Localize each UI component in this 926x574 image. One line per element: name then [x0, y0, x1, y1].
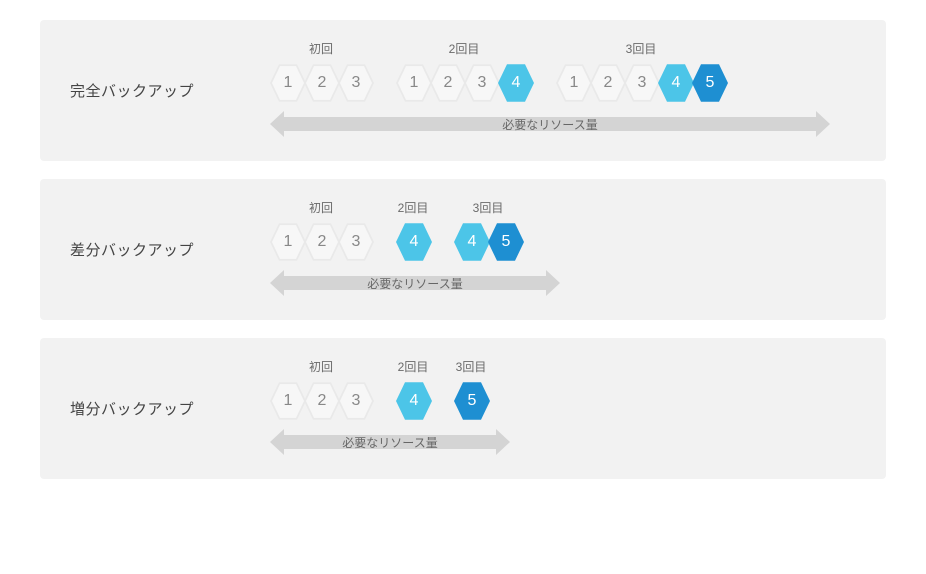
backup-run-group: 3回目 5 [454, 358, 488, 421]
hex-block: 5 [454, 381, 490, 421]
hex-row: 1 2 3 4 5 [556, 63, 726, 103]
resource-arrow-wrap: 必要なリソース量 [270, 270, 856, 300]
arrow-label: 必要なリソース量 [502, 116, 597, 133]
hex-block: 3 [464, 63, 500, 103]
hex-block: 4 [396, 222, 432, 262]
backup-run-group: 初回 1 2 3 [270, 199, 372, 262]
group-label: 2回目 [449, 40, 480, 57]
backup-types-diagram: 完全バックアップ 初回 123 2回目 1234 3回目 12345 必要なリソ… [40, 20, 886, 479]
groups-row: 初回 123 2回目 4 3回目 45 [270, 199, 856, 262]
group-label: 3回目 [473, 199, 504, 216]
arrow-label: 必要なリソース量 [342, 434, 437, 451]
hex-value: 5 [468, 392, 477, 410]
backup-type-panel: 増分バックアップ 初回 1 2 3 2回目 4 3回目 5 必要なリソース量 [40, 338, 886, 479]
hex-block: 3 [338, 381, 374, 421]
hex-value: 1 [284, 392, 293, 410]
hex-value: 4 [512, 74, 521, 92]
hex-value: 1 [284, 74, 293, 92]
chart-area: 初回 1 2 3 2回目 4 3回目 5 必要なリソース量 [270, 358, 856, 459]
hex-block: 1 [270, 63, 306, 103]
hex-block: 4 [454, 222, 490, 262]
hex-block: 1 [396, 63, 432, 103]
hex-block: 3 [338, 63, 374, 103]
hex-value: 1 [284, 233, 293, 251]
resource-arrow: 必要なリソース量 [270, 111, 830, 137]
hex-block: 4 [396, 381, 432, 421]
arrow-head-right-icon [546, 270, 560, 296]
backup-run-group: 初回 1 2 3 [270, 358, 372, 421]
hex-row: 1 2 3 [270, 222, 372, 262]
hex-row: 4 [396, 222, 430, 262]
hex-value: 5 [706, 74, 715, 92]
hex-value: 2 [444, 74, 453, 92]
hex-block: 2 [304, 63, 340, 103]
resource-arrow-wrap: 必要なリソース量 [270, 429, 856, 459]
backup-type-title: 増分バックアップ [70, 398, 270, 419]
hex-block: 2 [430, 63, 466, 103]
group-label: 2回目 [398, 199, 429, 216]
hex-value: 4 [410, 392, 419, 410]
chart-area: 初回 123 2回目 4 3回目 45 必要なリソース量 [270, 199, 856, 300]
hex-block: 4 [658, 63, 694, 103]
group-label: 初回 [309, 40, 333, 57]
hex-value: 1 [570, 74, 579, 92]
hex-row: 4 [396, 381, 430, 421]
backup-run-group: 3回目 1 2 3 4 5 [556, 40, 726, 103]
backup-run-group: 2回目 4 [396, 199, 430, 262]
hex-value: 5 [502, 233, 511, 251]
hex-block: 1 [270, 381, 306, 421]
backup-type-title: 完全バックアップ [70, 80, 270, 101]
groups-row: 初回 1 2 3 2回目 4 3回目 5 [270, 358, 856, 421]
hex-block: 1 [270, 222, 306, 262]
backup-type-panel: 完全バックアップ 初回 1 2 3 2回目 1 2 3 4 3回目 1 2 3 4 5 必要なリソ… [40, 20, 886, 161]
hex-row: 1 2 3 [270, 381, 372, 421]
arrow-head-right-icon [496, 429, 510, 455]
group-label: 初回 [309, 358, 333, 375]
hex-value: 1 [410, 74, 419, 92]
chart-area: 初回 1 2 3 2回目 1 2 3 4 3回目 1 2 3 4 5 必要なリソース量 [270, 40, 856, 141]
hex-block: 4 [498, 63, 534, 103]
hex-value: 2 [318, 233, 327, 251]
hex-row: 1 2 3 4 [396, 63, 532, 103]
backup-run-group: 2回目 1 2 3 4 [396, 40, 532, 103]
hex-block: 2 [304, 222, 340, 262]
backup-type-title: 差分バックアップ [70, 239, 270, 260]
group-label: 3回目 [626, 40, 657, 57]
backup-run-group: 初回 1 2 3 [270, 40, 372, 103]
hex-value: 2 [318, 392, 327, 410]
hex-value: 3 [638, 74, 647, 92]
arrow-label: 必要なリソース量 [367, 275, 462, 292]
hex-block: 5 [692, 63, 728, 103]
hex-value: 4 [672, 74, 681, 92]
hex-row: 45 [454, 222, 522, 262]
backup-run-group: 2回目 4 [396, 358, 430, 421]
hex-value: 4 [468, 233, 477, 251]
hex-value: 2 [604, 74, 613, 92]
hex-value: 3 [352, 74, 361, 92]
resource-arrow-wrap: 必要なリソース量 [270, 111, 856, 141]
hex-block: 5 [488, 222, 524, 262]
groups-row: 初回 1 2 3 2回目 1 2 3 4 3回目 1 2 3 4 5 [270, 40, 856, 103]
hex-value: 2 [318, 74, 327, 92]
group-label: 初回 [309, 199, 333, 216]
hex-value: 3 [352, 392, 361, 410]
hex-block: 3 [624, 63, 660, 103]
hex-value: 3 [478, 74, 487, 92]
hex-block: 2 [590, 63, 626, 103]
backup-type-panel: 差分バックアップ 初回 123 2回目 4 3回目 45 必要なリソース量 [40, 179, 886, 320]
hex-value: 3 [352, 233, 361, 251]
hex-value: 4 [410, 233, 419, 251]
hex-block: 1 [556, 63, 592, 103]
group-label: 3回目 [456, 358, 487, 375]
backup-run-group: 3回目 45 [454, 199, 522, 262]
hex-block: 3 [338, 222, 374, 262]
hex-row: 1 2 3 [270, 63, 372, 103]
resource-arrow: 必要なリソース量 [270, 270, 560, 296]
resource-arrow: 必要なリソース量 [270, 429, 510, 455]
hex-row: 5 [454, 381, 488, 421]
group-label: 2回目 [398, 358, 429, 375]
hex-block: 2 [304, 381, 340, 421]
arrow-head-right-icon [816, 111, 830, 137]
